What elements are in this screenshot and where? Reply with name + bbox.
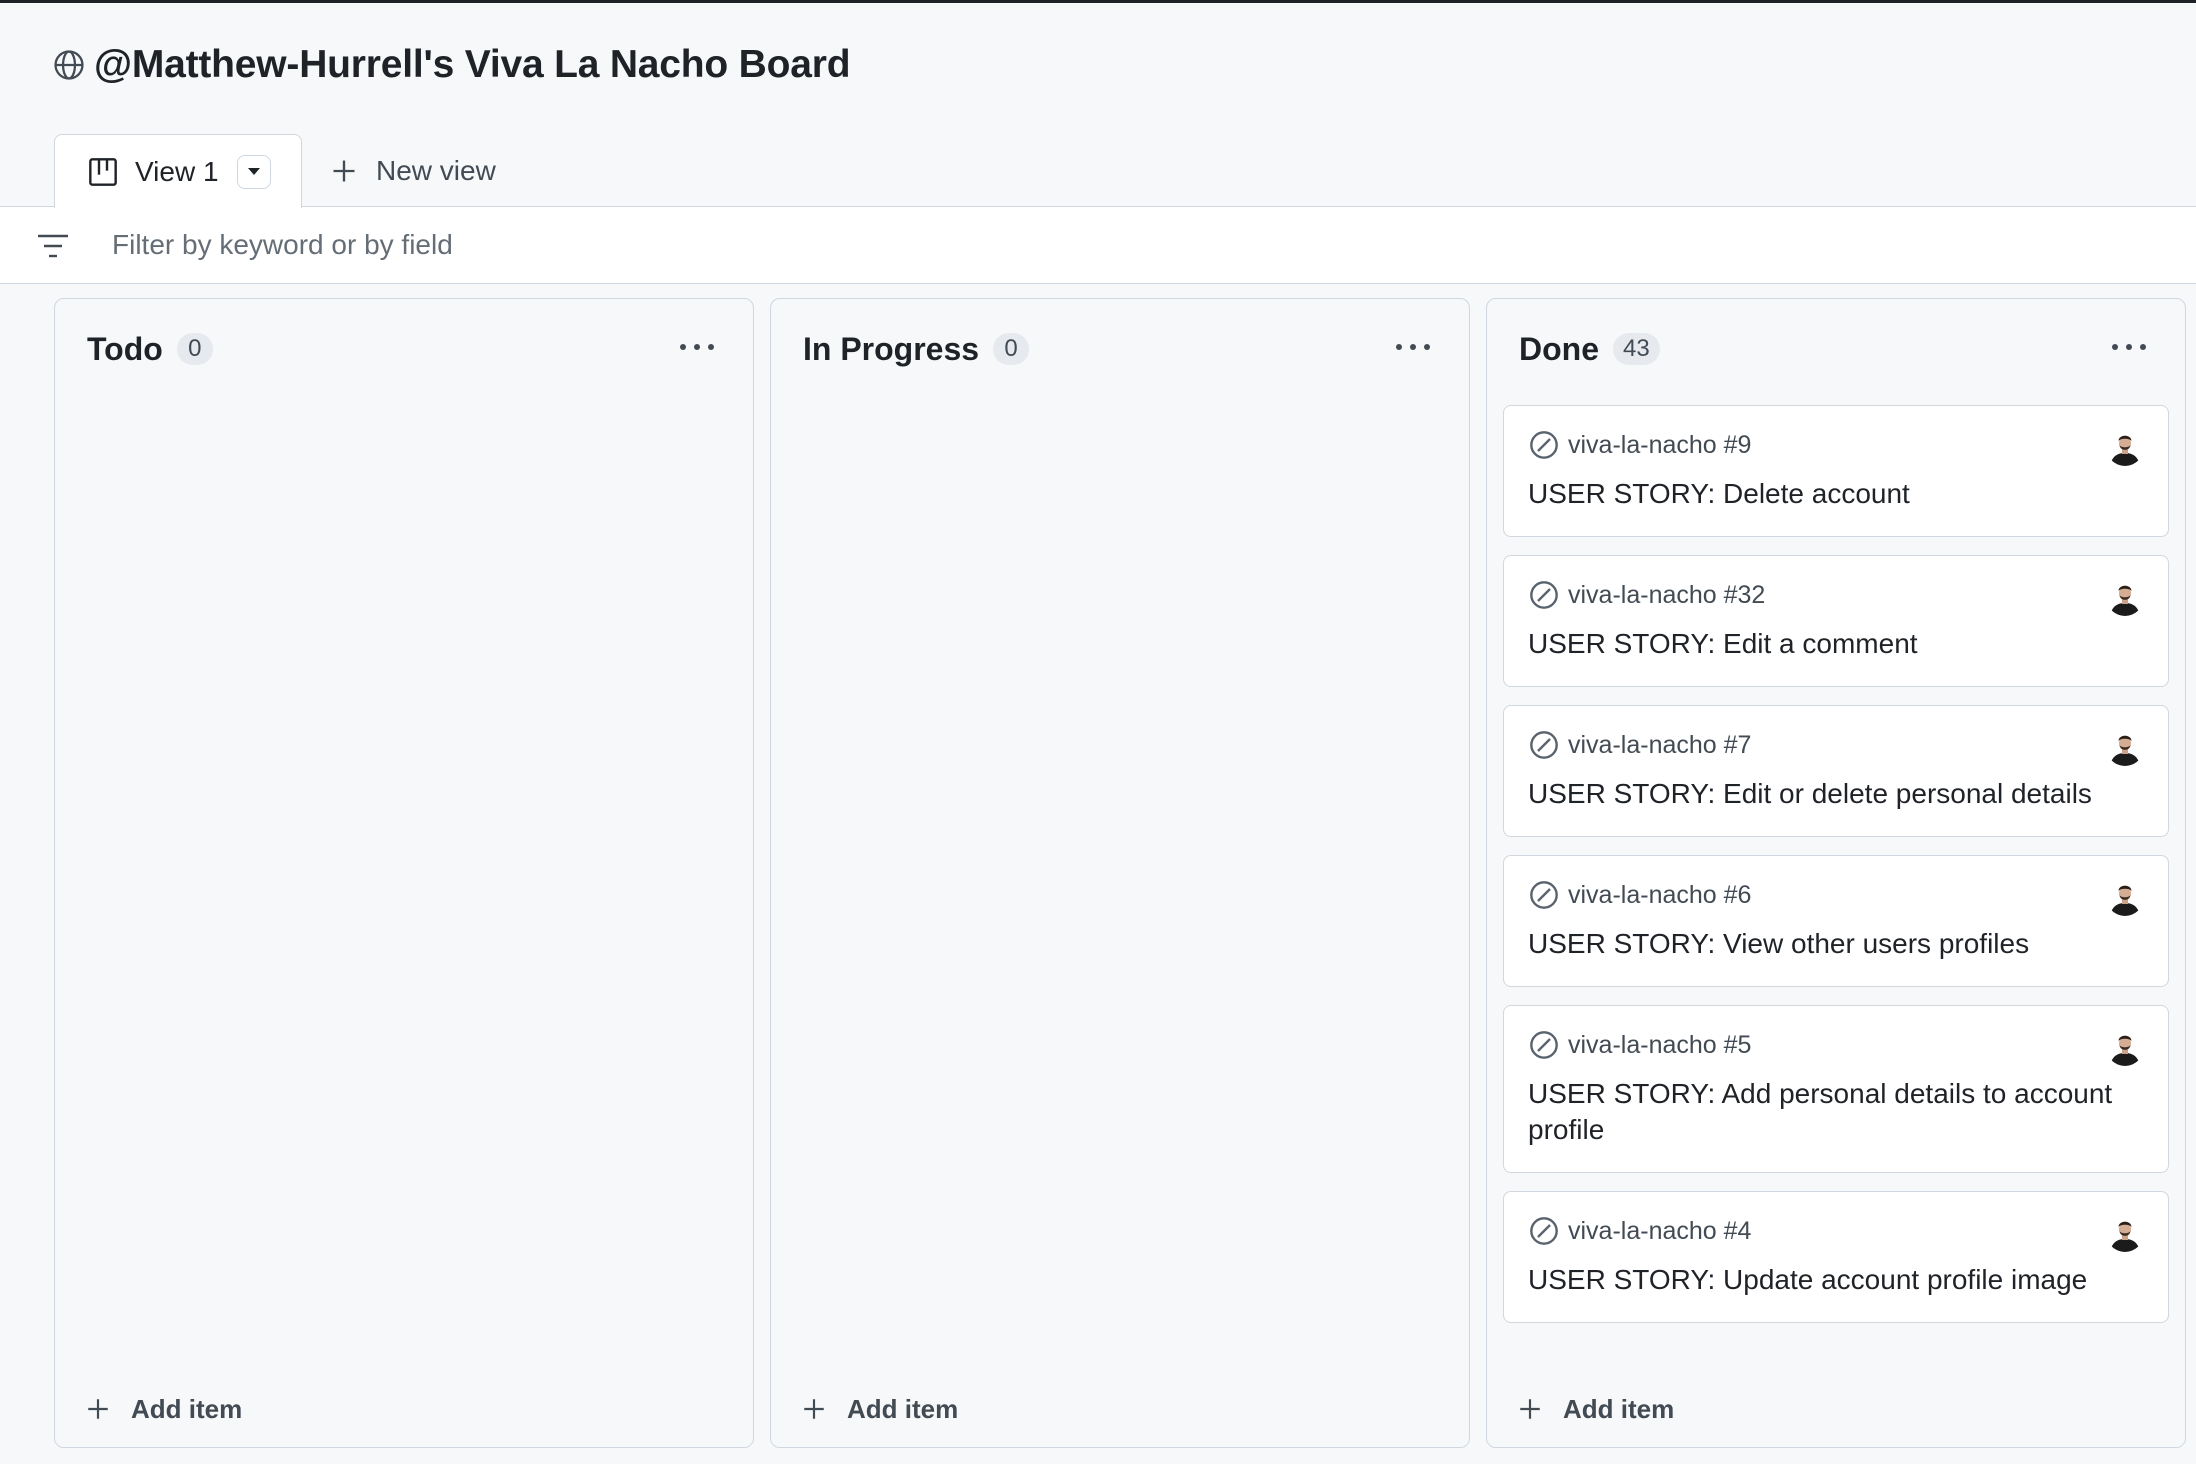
- card-meta: viva-la-nacho #4: [1528, 1214, 2144, 1248]
- avatar-icon: [2106, 728, 2144, 766]
- column-title: Done: [1519, 330, 1599, 367]
- plus-icon: [804, 1399, 824, 1419]
- card-title[interactable]: USER STORY: Edit a comment: [1528, 626, 2144, 662]
- page-title: @Matthew-Hurrell's Viva La Nacho Board: [94, 43, 851, 86]
- assignee-avatar[interactable]: [2106, 428, 2144, 466]
- board-view-icon: [89, 157, 117, 186]
- closed-not-planned-icon: [1530, 1031, 1558, 1059]
- column-done: Done 43 viva-la-nacho #9 USER STORY: Del…: [1486, 298, 2186, 1448]
- card-meta: viva-la-nacho #7: [1528, 728, 2144, 762]
- project-header: @Matthew-Hurrell's Viva La Nacho Board: [52, 40, 851, 90]
- card-list: viva-la-nacho #9 USER STORY: Delete acco…: [1503, 405, 2169, 1367]
- closed-not-planned-icon: [1530, 581, 1558, 609]
- assignee-avatar[interactable]: [2106, 1214, 2144, 1252]
- card-repo-ref: viva-la-nacho #9: [1568, 430, 1752, 459]
- card-repo-ref: viva-la-nacho #6: [1568, 880, 1752, 909]
- plus-icon: [1520, 1399, 1540, 1419]
- closed-not-planned-icon: [1530, 731, 1558, 759]
- issue-card[interactable]: viva-la-nacho #4 USER STORY: Update acco…: [1503, 1191, 2169, 1323]
- plus-icon: [88, 1399, 108, 1419]
- add-item-label: Add item: [1563, 1393, 1675, 1424]
- issue-card[interactable]: viva-la-nacho #7 USER STORY: Edit or del…: [1503, 705, 2169, 837]
- column-title: Todo: [87, 330, 163, 367]
- assignee-avatar[interactable]: [2106, 1028, 2144, 1066]
- more-options-icon[interactable]: [1393, 335, 1433, 359]
- card-title[interactable]: USER STORY: Update account profile image: [1528, 1262, 2144, 1298]
- issue-card[interactable]: viva-la-nacho #32 USER STORY: Edit a com…: [1503, 555, 2169, 687]
- assignee-avatar[interactable]: [2106, 578, 2144, 616]
- top-border: [0, 0, 2196, 3]
- closed-not-planned-icon: [1530, 881, 1558, 909]
- closed-not-planned-icon: [1530, 1217, 1558, 1245]
- view-tabs: View 1 New view: [0, 134, 2196, 208]
- filter-icon[interactable]: [36, 233, 70, 259]
- card-meta: viva-la-nacho #9: [1528, 428, 2144, 462]
- plus-icon: [333, 160, 355, 182]
- column-count-badge: 0: [176, 333, 213, 365]
- more-options-icon[interactable]: [677, 335, 717, 359]
- avatar-icon: [2106, 1028, 2144, 1066]
- filter-bar: [0, 206, 2196, 284]
- issue-card[interactable]: viva-la-nacho #9 USER STORY: Delete acco…: [1503, 405, 2169, 537]
- column-count-badge: 0: [993, 333, 1030, 365]
- add-item-label: Add item: [847, 1393, 959, 1424]
- closed-not-planned-icon: [1530, 431, 1558, 459]
- card-repo-ref: viva-la-nacho #32: [1568, 580, 1766, 609]
- column-in-progress: In Progress 0 Add item: [770, 298, 1470, 1448]
- tab-label: View 1: [135, 155, 219, 187]
- column-header: In Progress 0: [771, 299, 1469, 399]
- card-title[interactable]: USER STORY: View other users profiles: [1528, 926, 2144, 962]
- card-repo-ref: viva-la-nacho #5: [1568, 1030, 1752, 1059]
- new-view-label: New view: [376, 155, 496, 186]
- card-meta: viva-la-nacho #32: [1528, 578, 2144, 612]
- new-view-button[interactable]: New view: [330, 134, 496, 208]
- avatar-icon: [2106, 878, 2144, 916]
- add-item-button[interactable]: Add item: [55, 1371, 753, 1447]
- column-count-badge: 43: [1613, 333, 1660, 365]
- view-options-dropdown[interactable]: [236, 154, 271, 189]
- add-item-button[interactable]: Add item: [771, 1371, 1469, 1447]
- assignee-avatar[interactable]: [2106, 878, 2144, 916]
- add-item-label: Add item: [131, 1393, 243, 1424]
- issue-card[interactable]: viva-la-nacho #6 USER STORY: View other …: [1503, 855, 2169, 987]
- assignee-avatar[interactable]: [2106, 728, 2144, 766]
- card-repo-ref: viva-la-nacho #4: [1568, 1216, 1752, 1245]
- more-options-icon[interactable]: [2109, 335, 2149, 359]
- issue-card[interactable]: viva-la-nacho #5 USER STORY: Add persona…: [1503, 1005, 2169, 1173]
- avatar-icon: [2106, 428, 2144, 466]
- card-repo-ref: viva-la-nacho #7: [1568, 730, 1752, 759]
- globe-icon: [54, 50, 84, 80]
- column-title: In Progress: [803, 330, 980, 367]
- avatar-icon: [2106, 578, 2144, 616]
- card-title[interactable]: USER STORY: Delete account: [1528, 476, 2144, 512]
- column-todo: Todo 0 Add item: [54, 298, 754, 1448]
- tab-view-1[interactable]: View 1: [54, 134, 302, 208]
- column-header: Todo 0: [55, 299, 753, 399]
- add-item-button[interactable]: Add item: [1487, 1371, 2185, 1447]
- caret-down-icon: [247, 167, 260, 175]
- card-title[interactable]: USER STORY: Add personal details to acco…: [1528, 1076, 2144, 1148]
- avatar-icon: [2106, 1214, 2144, 1252]
- column-header: Done 43: [1487, 299, 2185, 399]
- card-meta: viva-la-nacho #6: [1528, 878, 2144, 912]
- card-title[interactable]: USER STORY: Edit or delete personal deta…: [1528, 776, 2144, 812]
- filter-input[interactable]: [112, 221, 2012, 269]
- card-meta: viva-la-nacho #5: [1528, 1028, 2144, 1062]
